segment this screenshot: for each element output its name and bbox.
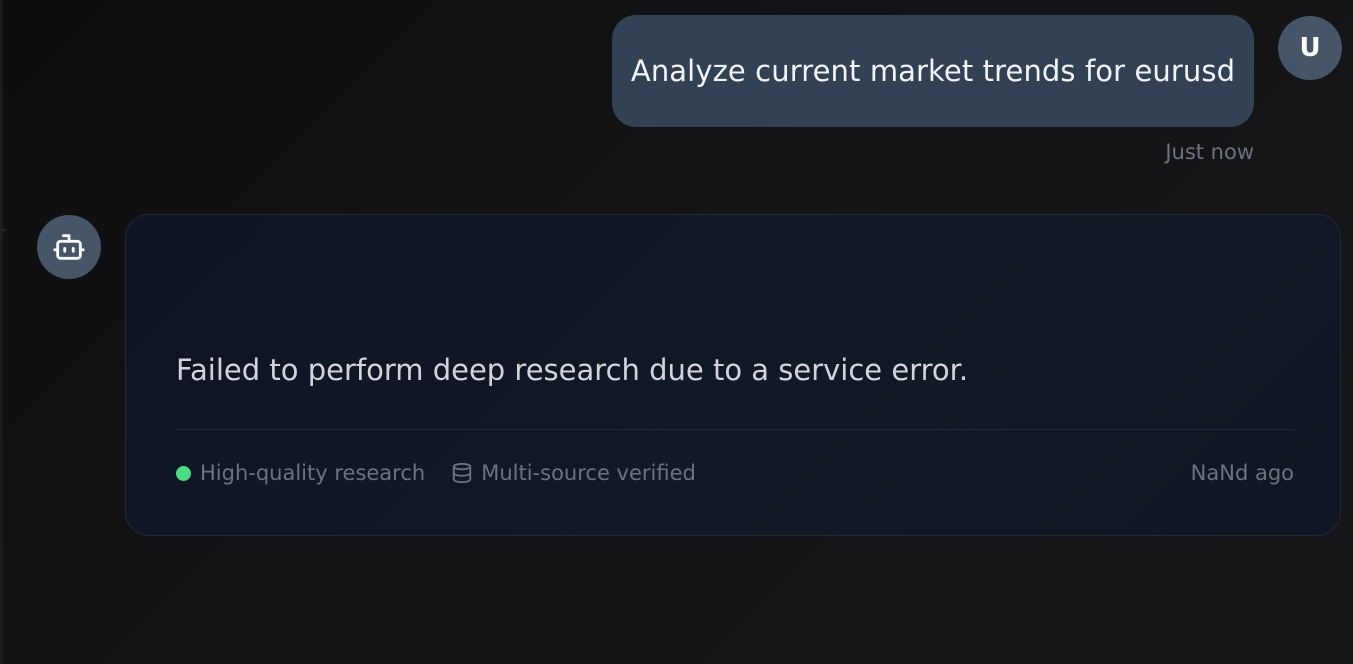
assistant-message-card: Failed to perform deep research due to a… — [125, 214, 1341, 536]
assistant-avatar — [37, 215, 101, 279]
assistant-message-text: Failed to perform deep research due to a… — [176, 353, 969, 387]
status-dot-icon — [176, 465, 191, 481]
user-message-bubble: Analyze current market trends for eurusd — [612, 15, 1254, 127]
assistant-message-timestamp: NaNd ago — [1190, 461, 1294, 485]
quality-badge-label: High-quality research — [200, 461, 426, 485]
card-divider — [176, 429, 1294, 430]
database-icon — [451, 461, 473, 485]
sources-badge-label: Multi-source verified — [481, 461, 696, 485]
user-avatar-initial: U — [1299, 33, 1321, 63]
left-panel-border — [0, 0, 3, 664]
assistant-message-footer: High-quality research Multi-source verif… — [176, 458, 1294, 488]
user-message-text: Analyze current market trends for eurusd — [630, 54, 1236, 88]
user-message-timestamp: Just now — [1165, 140, 1254, 164]
bot-icon — [53, 234, 85, 260]
left-panel-divider-tick — [0, 229, 6, 231]
user-avatar: U — [1278, 16, 1342, 80]
